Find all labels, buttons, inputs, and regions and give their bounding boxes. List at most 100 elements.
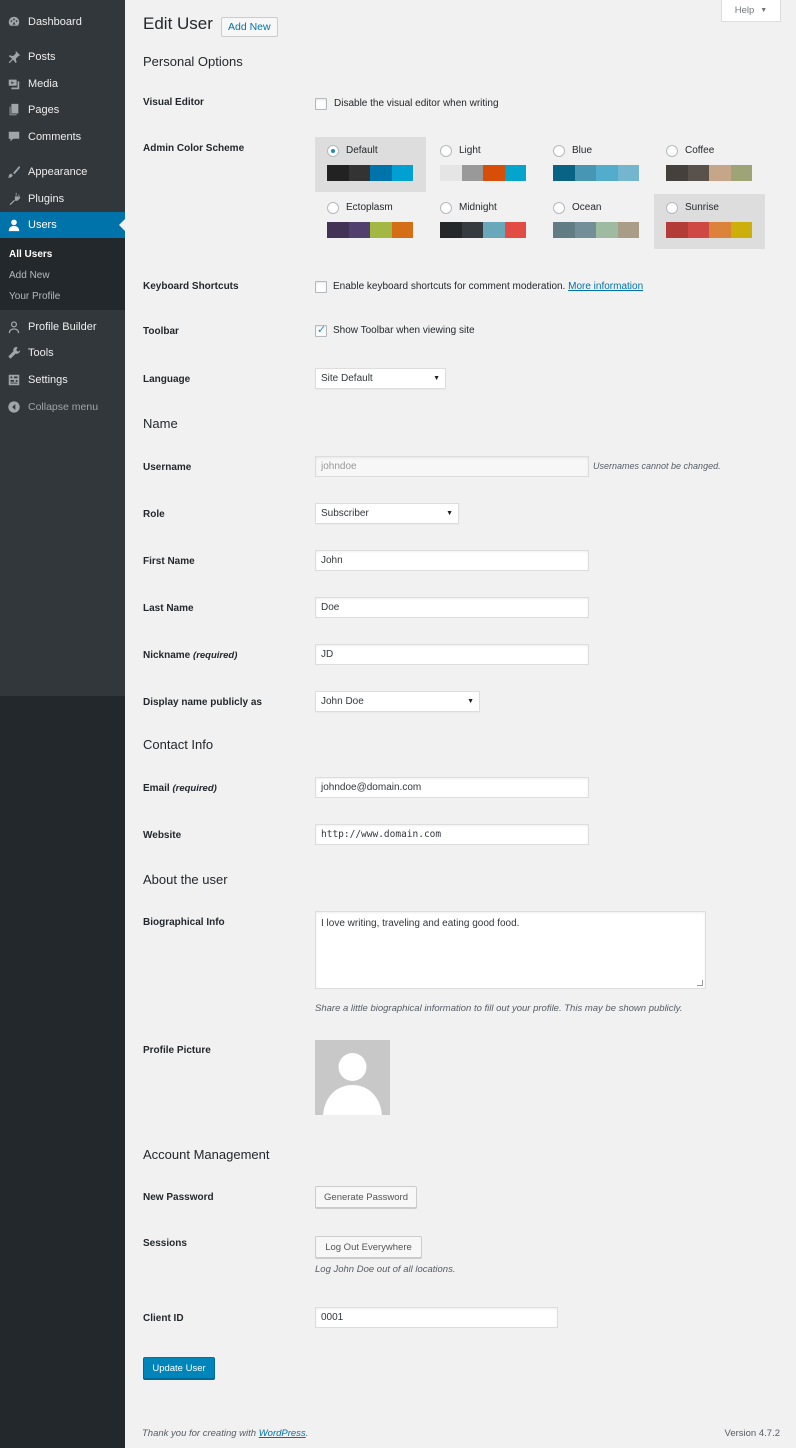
color-scheme-name: Sunrise [685, 202, 719, 213]
color-swatch [370, 165, 392, 181]
color-swatch [504, 222, 526, 238]
color-swatch [687, 222, 709, 238]
color-swatch [617, 165, 639, 181]
resize-handle-icon[interactable] [697, 980, 703, 986]
color-scheme-blue[interactable]: Blue [541, 137, 652, 192]
select-arrow-icon: ▼ [446, 510, 453, 517]
visual-editor-label: Visual Editor [143, 97, 204, 108]
color-swatch [574, 222, 596, 238]
color-scheme-radio[interactable] [440, 145, 452, 157]
color-swatches [327, 165, 413, 181]
menu-label: Users [28, 219, 57, 231]
visual-editor-checkbox[interactable] [315, 98, 327, 110]
color-scheme-default[interactable]: Default [315, 137, 426, 192]
first-name-field[interactable]: John [315, 550, 589, 571]
color-swatch [666, 222, 688, 238]
color-scheme-sunrise[interactable]: Sunrise [654, 194, 765, 249]
first-name-label: First Name [143, 556, 195, 567]
username-field: johndoe [315, 456, 589, 477]
color-scheme-name: Light [459, 145, 481, 156]
menu-label: Comments [28, 131, 82, 143]
nickname-field[interactable]: JD [315, 644, 589, 665]
nickname-label: Nickname (required) [143, 650, 237, 661]
color-swatch [391, 165, 413, 181]
color-swatch [596, 165, 618, 181]
last-name-field[interactable]: Doe [315, 597, 589, 618]
menu-item-tools[interactable]: Tools [0, 340, 125, 366]
sessions-label: Sessions [143, 1238, 187, 1249]
brush-icon [0, 165, 28, 179]
pin-icon [0, 50, 28, 64]
language-select[interactable]: Site Default ▼ [315, 368, 446, 389]
select-arrow-icon: ▼ [433, 375, 440, 382]
bio-textarea[interactable]: I love writing, traveling and eating goo… [315, 911, 706, 989]
toolbar-checkbox[interactable] [315, 323, 327, 337]
submenu-all-users[interactable]: All Users [9, 249, 52, 260]
role-label: Role [143, 509, 165, 520]
required-note: (required) [172, 783, 217, 794]
menu-item-users[interactable]: Users [0, 212, 125, 238]
nickname-label-text: Nickname [143, 650, 191, 661]
add-new-user-button[interactable]: Add New [221, 17, 278, 37]
section-account-management: Account Management [143, 1147, 270, 1162]
color-scheme-label: Admin Color Scheme [143, 143, 245, 154]
footer-version: Version 4.7.2 [724, 1428, 780, 1439]
website-field[interactable]: http://www.domain.com [315, 824, 589, 845]
keyboard-shortcuts-checkbox[interactable] [315, 281, 327, 293]
color-scheme-light[interactable]: Light [428, 137, 539, 192]
color-scheme-radio[interactable] [553, 145, 565, 157]
color-swatch [483, 165, 505, 181]
display-name-select[interactable]: John Doe ▼ [315, 691, 480, 712]
menu-item-media[interactable]: Media [0, 71, 125, 97]
generate-password-button[interactable]: Generate Password [315, 1186, 417, 1208]
submenu-your-profile[interactable]: Your Profile [9, 291, 60, 302]
menu-item-posts[interactable]: Posts [0, 44, 125, 70]
collapse-icon [0, 400, 28, 414]
color-scheme-coffee[interactable]: Coffee [654, 137, 765, 192]
submenu-add-new[interactable]: Add New [9, 270, 50, 281]
collapse-menu-button[interactable]: Collapse menu [0, 394, 125, 420]
color-swatch [709, 222, 731, 238]
email-field[interactable]: johndoe@domain.com [315, 777, 589, 798]
comments-icon [0, 130, 28, 144]
color-swatch [553, 222, 575, 238]
footer-period: . [305, 1428, 309, 1439]
color-swatch [461, 165, 483, 181]
menu-item-dashboard[interactable]: Dashboard [0, 9, 125, 35]
more-information-link[interactable]: More information [568, 281, 643, 292]
client-id-label: Client ID [143, 1313, 184, 1324]
menu-item-plugins[interactable]: Plugins [0, 186, 125, 212]
color-scheme-radio[interactable] [666, 145, 678, 157]
menu-item-appearance[interactable]: Appearance [0, 159, 125, 185]
menu-item-settings[interactable]: Settings [0, 367, 125, 393]
color-scheme-radio[interactable] [440, 202, 452, 214]
color-scheme-radio[interactable] [666, 202, 678, 214]
color-scheme-ectoplasm[interactable]: Ectoplasm [315, 194, 426, 249]
menu-item-profile-builder[interactable]: Profile Builder [0, 314, 125, 340]
update-user-button[interactable]: Update User [143, 1357, 215, 1379]
help-label: Help [734, 5, 755, 16]
color-scheme-ocean[interactable]: Ocean [541, 194, 652, 249]
color-scheme-radio[interactable] [553, 202, 565, 214]
menu-label: Profile Builder [28, 321, 97, 333]
role-select[interactable]: Subscriber ▼ [315, 503, 459, 524]
display-name-label: Display name publicly as [143, 697, 262, 708]
color-swatches [327, 222, 413, 238]
section-personal-options: Personal Options [143, 54, 243, 69]
log-out-everywhere-button[interactable]: Log Out Everywhere [315, 1236, 422, 1258]
user-outline-icon [0, 320, 28, 334]
email-label-text: Email [143, 783, 170, 794]
keyboard-shortcuts-text: Enable keyboard shortcuts for comment mo… [333, 281, 643, 292]
admin-sidebar: Dashboard Posts Media Pages Comments App… [0, 0, 125, 1448]
color-scheme-radio[interactable] [327, 145, 339, 157]
client-id-field[interactable]: 0001 [315, 1307, 558, 1328]
color-scheme-midnight[interactable]: Midnight [428, 194, 539, 249]
menu-item-comments[interactable]: Comments [0, 124, 125, 150]
menu-label: Settings [28, 374, 68, 386]
caret-down-icon: ▼ [760, 7, 768, 14]
color-scheme-radio[interactable] [327, 202, 339, 214]
menu-item-pages[interactable]: Pages [0, 97, 125, 123]
color-swatches [440, 222, 526, 238]
help-tab-button[interactable]: Help ▼ [721, 0, 781, 22]
wordpress-link[interactable]: WordPress [259, 1428, 306, 1439]
